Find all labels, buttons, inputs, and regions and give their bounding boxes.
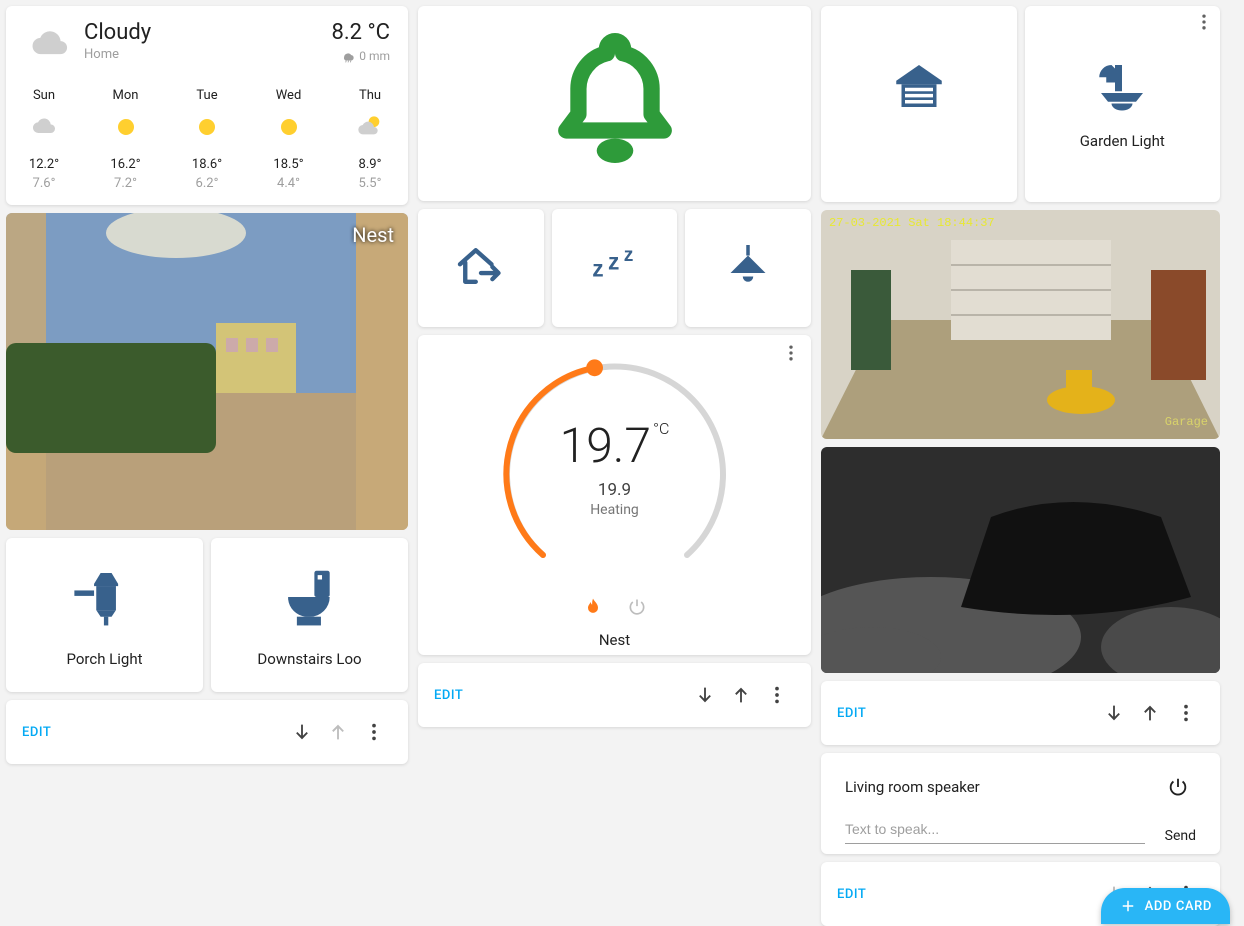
move-down-button[interactable] <box>284 714 320 750</box>
edit-button[interactable]: EDIT <box>22 725 51 740</box>
forecast-day-thu[interactable]: Thu8.9°5.5° <box>354 88 386 191</box>
porch-light-label: Porch Light <box>66 650 142 668</box>
thermostat-current: 19.7 <box>560 417 651 474</box>
column3-more-button[interactable] <box>1192 10 1216 34</box>
column3-footer: EDIT <box>821 681 1220 745</box>
more-button[interactable] <box>1168 695 1204 731</box>
bell-icon <box>550 27 680 181</box>
thermostat-setpoint: 19.9 <box>495 480 735 500</box>
speaker-card: Living room speaker Send <box>821 753 1220 854</box>
away-mode-tile[interactable] <box>418 209 544 327</box>
downstairs-loo-tile[interactable]: Downstairs Loo <box>211 538 408 692</box>
thermostat-name: Nest <box>599 631 630 649</box>
move-up-button[interactable] <box>723 677 759 713</box>
speaker-name: Living room speaker <box>845 778 980 796</box>
move-up-button <box>320 714 356 750</box>
move-down-button[interactable] <box>687 677 723 713</box>
tts-send-button[interactable]: Send <box>1165 828 1196 844</box>
svg-text:z: z <box>623 245 633 266</box>
camera-label: Nest <box>352 223 394 247</box>
more-button[interactable] <box>759 677 795 713</box>
lamp-icon <box>70 562 140 636</box>
forecast-day-mon[interactable]: Mon16.2°7.2° <box>110 88 142 191</box>
forecast-day-wed[interactable]: Wed18.5°4.4° <box>273 88 305 191</box>
camera-garage-tag: Garage <box>1165 415 1208 429</box>
svg-text:z: z <box>592 256 603 282</box>
weather-temp: 8.2 °C <box>331 20 390 45</box>
precip-icon <box>341 49 355 63</box>
thermostat-mode: Heating <box>495 502 735 518</box>
ceiling-light-tile[interactable] <box>685 209 811 327</box>
camera-front-door[interactable]: Nest <box>6 213 408 530</box>
thermostat-more-button[interactable] <box>779 341 803 365</box>
edit-button[interactable]: EDIT <box>434 688 463 703</box>
sunny-icon <box>110 111 142 157</box>
column2-footer: EDIT <box>418 663 811 727</box>
heat-mode-icon[interactable] <box>583 597 603 621</box>
move-up-button[interactable] <box>1132 695 1168 731</box>
weather-location: Home <box>84 47 151 62</box>
downstairs-loo-label: Downstairs Loo <box>257 650 361 668</box>
ceiling-light-icon <box>720 238 776 298</box>
sunny-icon <box>191 111 223 157</box>
camera-driveway[interactable] <box>821 447 1220 673</box>
garden-light-label: Garden Light <box>1080 132 1165 150</box>
thermostat-dial[interactable]: 19.7°C 19.9 Heating <box>495 351 735 591</box>
garage-door-tile[interactable]: . <box>821 6 1017 202</box>
move-down-button[interactable] <box>1096 695 1132 731</box>
cloudy-icon <box>24 20 76 72</box>
speaker-power-button[interactable] <box>1160 769 1196 805</box>
add-card-button[interactable]: ADD CARD <box>1101 888 1230 924</box>
garage-icon <box>891 58 947 118</box>
alarm-bell-tile[interactable] <box>418 6 811 201</box>
cloudy-icon <box>28 111 60 157</box>
toilet-icon <box>275 562 345 636</box>
forecast-day-tue[interactable]: Tue18.6°6.2° <box>191 88 223 191</box>
edit-button[interactable]: EDIT <box>837 887 866 902</box>
home-export-icon <box>453 238 509 298</box>
forecast-day-sun[interactable]: Sun12.2°7.6° <box>28 88 60 191</box>
sleep-mode-tile[interactable]: zzz <box>552 209 678 327</box>
edit-button[interactable]: EDIT <box>837 706 866 721</box>
porch-light-tile[interactable]: Porch Light <box>6 538 203 692</box>
column1-footer: EDIT <box>6 700 408 764</box>
weather-card[interactable]: Cloudy Home 8.2 °C 0 mm Sun12.2°7.6° Mon1… <box>6 6 408 205</box>
sunny-icon <box>273 111 305 157</box>
garden-light-tile[interactable]: Garden Light <box>1025 6 1221 202</box>
more-button[interactable] <box>356 714 392 750</box>
sleep-icon: zzz <box>587 238 643 298</box>
weather-precip: 0 mm <box>331 49 390 63</box>
tts-input[interactable] <box>845 815 1145 844</box>
thermostat-card[interactable]: 19.7°C 19.9 Heating Nest <box>418 335 811 655</box>
camera-garage-timestamp: 27-03-2021 Sat 18:44:37 <box>829 216 995 230</box>
svg-text:z: z <box>608 249 619 275</box>
garden-light-icon <box>1094 58 1150 118</box>
power-mode-icon[interactable] <box>627 597 647 621</box>
camera-garage[interactable]: 27-03-2021 Sat 18:44:37 Garage <box>821 210 1220 439</box>
weather-condition: Cloudy <box>84 20 151 45</box>
partly-icon <box>354 111 386 157</box>
